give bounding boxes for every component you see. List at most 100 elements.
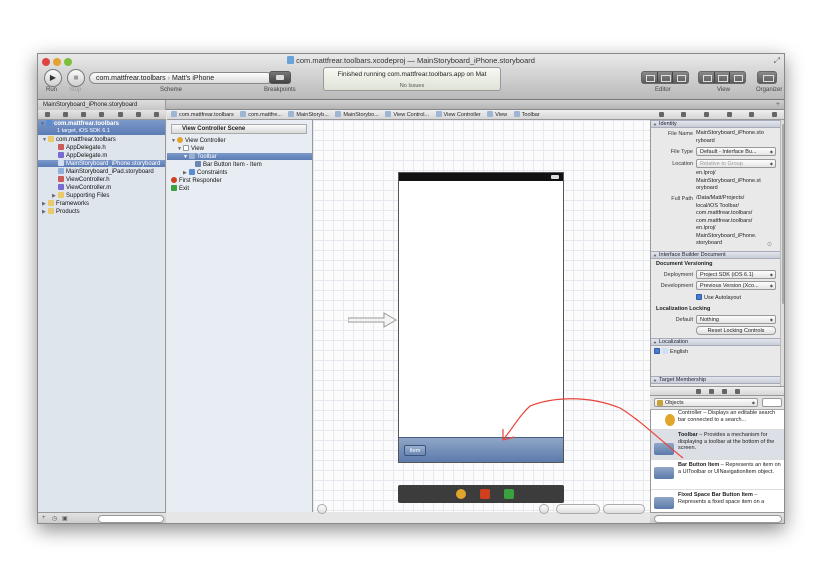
navigator-filter-input[interactable]	[98, 515, 164, 523]
deployment-select[interactable]: Project SDK (iOS 6.1)	[696, 270, 776, 279]
recent-filter-icon[interactable]: ◷	[52, 515, 57, 522]
ib-document-section-header[interactable]: Interface Builder Document	[651, 251, 781, 259]
exit-icon[interactable]	[504, 489, 514, 499]
outline-row[interactable]: ▼ View	[177, 145, 204, 152]
scheme-selector[interactable]: com.mattfrear.toolbars › Matt's iPhone	[89, 72, 273, 84]
locking-default-select[interactable]: Nothing	[696, 315, 776, 324]
debug-navigator-icon[interactable]	[117, 112, 123, 117]
identity-section-header[interactable]: Identity	[651, 120, 781, 128]
autolayout-checkbox[interactable]: Use Autolayout	[696, 294, 741, 303]
location-select[interactable]: Relative to Group	[696, 159, 776, 168]
issue-navigator-icon[interactable]	[99, 112, 105, 117]
group-row[interactable]: ▶ Products	[42, 208, 80, 215]
file-row[interactable]: AppDelegate.m	[58, 152, 107, 159]
jump-crumb[interactable]: MainStoryb...	[288, 112, 328, 118]
fullscreen-icon[interactable]: ⤢	[774, 56, 780, 66]
outline-toggle-button[interactable]	[317, 504, 327, 514]
file-row[interactable]: AppDelegate.h	[58, 144, 106, 151]
breakpoint-navigator-icon[interactable]	[136, 112, 142, 117]
editor-mode-segmented[interactable]	[641, 71, 689, 84]
checkbox-checked-icon[interactable]	[654, 348, 660, 354]
outline-row[interactable]: Exit	[171, 185, 189, 192]
zoom-controls[interactable]	[603, 504, 645, 514]
quick-help-icon[interactable]	[681, 112, 687, 117]
connections-inspector-icon[interactable]	[772, 112, 778, 117]
outline-row-selected[interactable]: ▼ Toolbar	[167, 153, 312, 160]
library-search-input[interactable]	[654, 515, 782, 523]
file-row[interactable]: ViewController.m	[58, 184, 111, 191]
checkbox-checked-icon[interactable]	[696, 294, 702, 300]
group-row[interactable]: ▼ com.mattfrear.toolbars	[42, 136, 116, 143]
version-editor-icon[interactable]	[673, 72, 688, 83]
form-factor-button[interactable]	[539, 504, 549, 514]
jump-crumb[interactable]: MainStorybo...	[335, 112, 378, 118]
library-item[interactable]: Bar Button Item – Represents an item on …	[651, 460, 784, 490]
scene-toolbar[interactable]: Item	[399, 437, 563, 462]
run-button[interactable]: ▶	[44, 69, 62, 87]
library-item-selected[interactable]: Toolbar – Provides a mechanism for displ…	[651, 430, 784, 460]
jump-crumb[interactable]: Toolbar	[514, 112, 540, 118]
library-category-select[interactable]: Objects	[654, 398, 758, 407]
target-membership-section-header[interactable]: Target Membership	[651, 376, 781, 384]
reset-locking-button[interactable]: Reset Locking Controls	[696, 326, 776, 335]
modified-filter-icon[interactable]: ▣	[62, 515, 68, 522]
file-row-selected[interactable]: MainStoryboard_iPhone.storyboard	[38, 160, 165, 167]
navigator-toggle-icon[interactable]	[699, 72, 715, 83]
size-inspector-icon[interactable]	[749, 112, 755, 117]
scene-header[interactable]: View Controller Scene	[171, 124, 307, 134]
view-controller-icon[interactable]	[456, 489, 466, 499]
localization-section-header[interactable]: Localization	[651, 338, 781, 346]
reveal-in-finder-icon[interactable]: ⊙	[767, 241, 772, 248]
jump-crumb[interactable]: View	[487, 112, 507, 118]
project-navigator-icon[interactable]	[44, 112, 50, 117]
english-localization-row[interactable]: English	[654, 348, 688, 357]
identity-inspector-icon[interactable]	[704, 112, 710, 117]
library-item[interactable]: Controller – Displays an editable search…	[651, 410, 784, 430]
object-library-icon[interactable]	[722, 388, 727, 394]
file-type-select[interactable]: Default - Interface Bu...	[696, 147, 776, 156]
stop-button[interactable]: ■	[67, 69, 85, 87]
jump-crumb[interactable]: com.mattfre...	[240, 112, 282, 118]
view-toggle-segmented[interactable]	[698, 71, 746, 84]
storyboard-canvas[interactable]: Item	[313, 120, 650, 514]
outline-row[interactable]: ▶ Constraints	[183, 169, 227, 176]
file-inspector-icon[interactable]	[658, 112, 664, 117]
group-row[interactable]: ▶ Supporting Files	[52, 192, 109, 199]
development-select[interactable]: Previous Version (Xco...	[696, 281, 776, 290]
debug-area-toggle-icon[interactable]	[715, 72, 731, 83]
add-tab-icon[interactable]: +	[776, 100, 780, 110]
media-library-icon[interactable]	[735, 388, 740, 394]
standard-editor-icon[interactable]	[642, 72, 658, 83]
search-navigator-icon[interactable]	[81, 112, 87, 117]
jump-crumb[interactable]: com.mattfrear.toolbars	[171, 112, 234, 118]
outline-row[interactable]: First Responder	[171, 177, 222, 184]
outline-row[interactable]: ▼ View Controller	[171, 137, 226, 144]
add-file-icon[interactable]: +	[42, 515, 46, 521]
attributes-inspector-icon[interactable]	[726, 112, 732, 117]
file-row[interactable]: ViewController.h	[58, 176, 110, 183]
organizer-icon[interactable]	[758, 72, 776, 83]
library-view-mode-toggle[interactable]	[762, 398, 782, 407]
log-navigator-icon[interactable]	[154, 112, 160, 117]
file-name-value[interactable]: MainStoryboard_iPhone.sto ryboard	[696, 130, 764, 145]
assistant-editor-icon[interactable]	[658, 72, 674, 83]
file-row[interactable]: MainStoryboard_iPad.storyboard	[58, 168, 154, 175]
tab-storyboard[interactable]: MainStoryboard_iPhone.storyboard	[38, 100, 166, 110]
code-snippet-library-icon[interactable]	[709, 388, 714, 394]
file-template-library-icon[interactable]	[696, 388, 701, 394]
group-row[interactable]: ▶ Frameworks	[42, 200, 89, 207]
symbol-navigator-icon[interactable]	[62, 112, 68, 117]
utilities-toggle-icon[interactable]	[730, 72, 745, 83]
project-root-row[interactable]: ▼ com.mattfrear.toolbars 1 target, iOS SD…	[38, 120, 165, 135]
bar-button-item[interactable]: Item	[404, 445, 426, 456]
jump-crumb[interactable]: View Control...	[385, 112, 429, 118]
first-responder-icon[interactable]	[480, 489, 490, 499]
breakpoints-toggle-button[interactable]	[269, 71, 291, 84]
outline-row[interactable]: Bar Button Item - Item	[195, 161, 262, 168]
organizer-button[interactable]	[757, 71, 777, 84]
jump-crumb[interactable]: View Controller	[436, 112, 481, 118]
inspector-scrollbar[interactable]	[780, 120, 784, 386]
library-item[interactable]: Fixed Space Bar Button Item – Represents…	[651, 490, 784, 512]
iphone-scene[interactable]: Item	[398, 172, 564, 463]
layout-controls[interactable]	[556, 504, 600, 514]
